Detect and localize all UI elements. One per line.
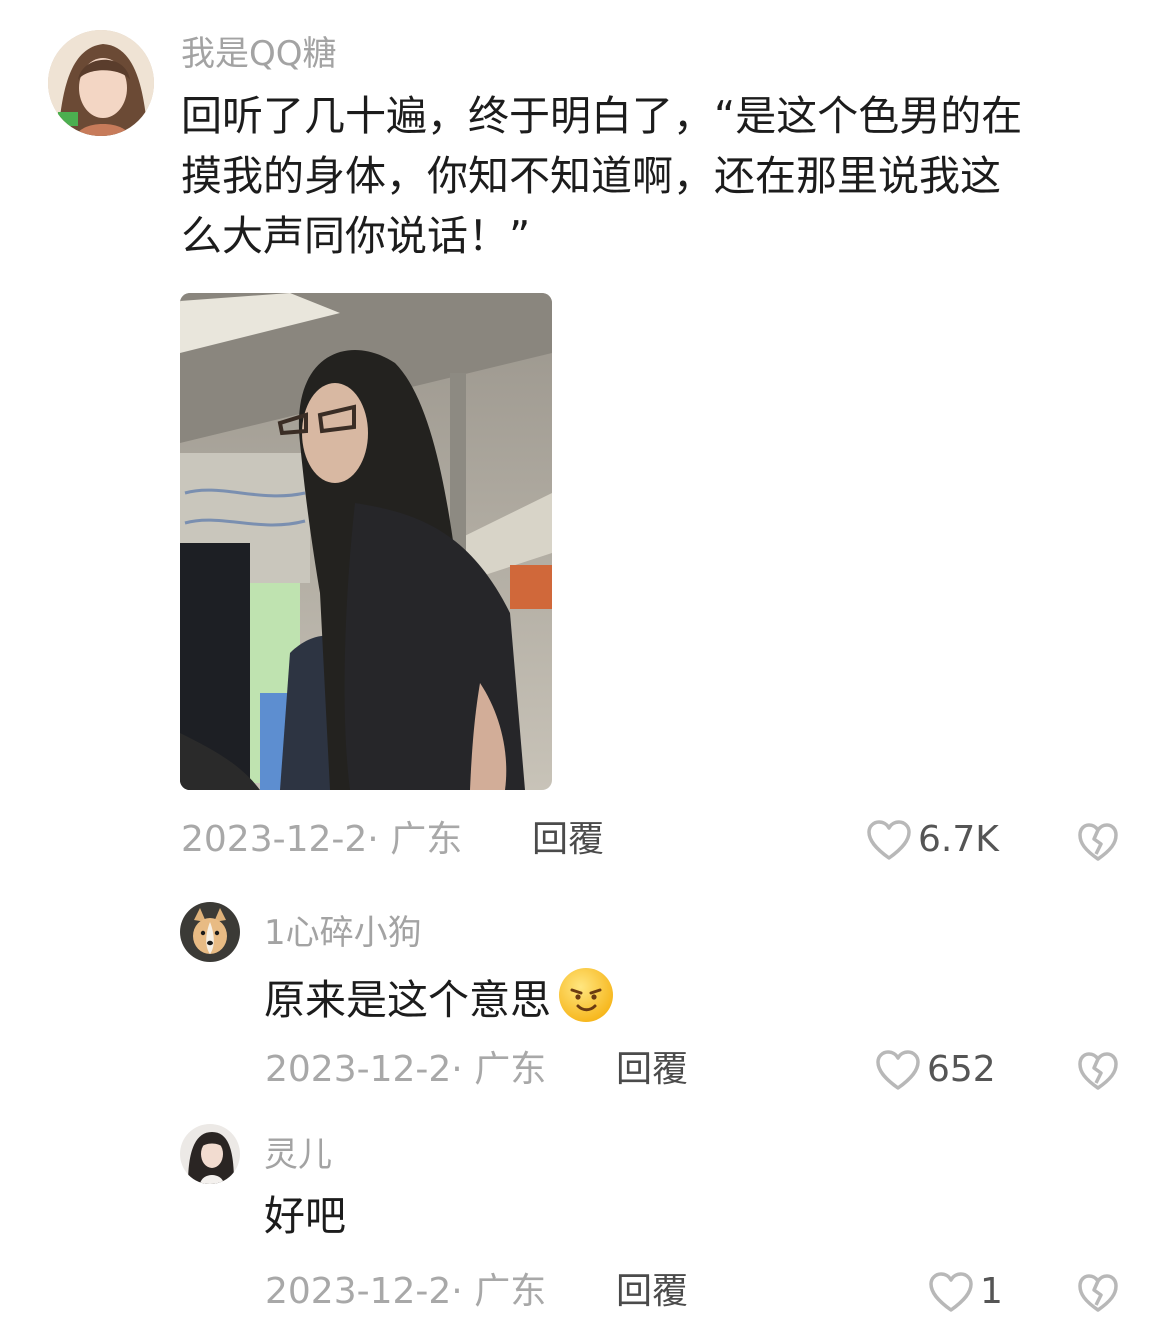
username[interactable]: 灵儿 [264, 1135, 332, 1175]
like-button[interactable]: 652 [875, 1048, 996, 1092]
reply-button[interactable]: 回覆 [532, 818, 604, 862]
comment-line: 原来是这个意思 [264, 976, 551, 1024]
broken-heart-icon [1077, 1274, 1119, 1317]
avatar[interactable] [180, 902, 240, 962]
avatar-image [48, 30, 154, 136]
username[interactable]: 1心碎小狗 [264, 913, 422, 953]
avatar[interactable] [180, 1124, 240, 1184]
username[interactable]: 我是QQ糖 [181, 34, 337, 74]
heart-outline-icon [928, 1271, 974, 1313]
comment-text: 好吧 [264, 1186, 346, 1246]
comment-text: 回听了几十遍，终于明白了，“是这个色男的在 摸我的身体，你知不知道啊，还在那里说… [181, 86, 1131, 266]
comment-line: 回听了几十遍，终于明白了，“是这个色男的在 [181, 92, 1023, 140]
like-count: 652 [927, 1049, 996, 1090]
corgi-avatar-image [180, 902, 240, 962]
dislike-button[interactable] [1077, 1273, 1119, 1317]
like-count: 1 [980, 1271, 1003, 1312]
comment-line: 么大声同你说话！” [181, 212, 531, 260]
reply-button[interactable]: 回覆 [616, 1270, 688, 1314]
comment-text: 原来是这个意思 [264, 966, 615, 1040]
reply-button[interactable]: 回覆 [616, 1048, 688, 1092]
avatar[interactable] [48, 30, 154, 136]
comment-photo[interactable] [180, 293, 552, 790]
timestamp-location: 2023-12-2· 广东 [181, 819, 463, 860]
like-count: 6.7K [918, 819, 999, 860]
comment-line: 摸我的身体，你知不知道啊，还在那里说我这 [181, 152, 1001, 200]
heart-outline-icon [875, 1049, 921, 1091]
like-button[interactable]: 1 [928, 1270, 1003, 1314]
comment-line: 好吧 [264, 1192, 346, 1240]
timestamp-location: 2023-12-2· 广东 [265, 1271, 547, 1312]
subway-woman-photo [180, 293, 552, 790]
timestamp-location: 2023-12-2· 广东 [265, 1049, 547, 1090]
broken-heart-icon [1077, 1052, 1119, 1095]
heart-outline-icon [866, 819, 912, 861]
girl-avatar-image [180, 1124, 240, 1184]
like-button[interactable]: 6.7K [866, 818, 999, 862]
dislike-button[interactable] [1077, 1051, 1119, 1095]
dislike-button[interactable] [1077, 822, 1119, 866]
broken-heart-icon [1077, 823, 1119, 866]
smug-face-emoji [557, 966, 615, 1040]
